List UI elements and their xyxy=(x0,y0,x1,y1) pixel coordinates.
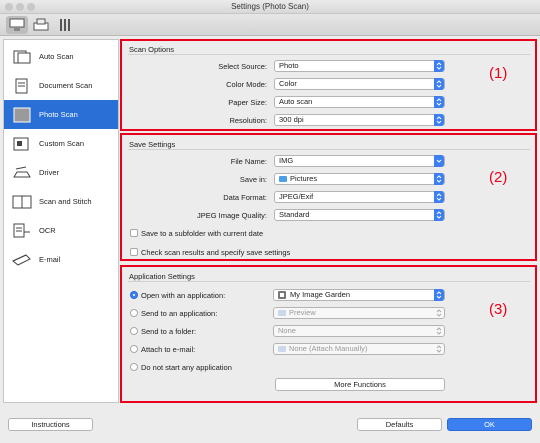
sidebar-item-driver[interactable]: Driver xyxy=(4,158,118,187)
window-titlebar: Settings (Photo Scan) xyxy=(0,0,540,14)
chevron-up-down-icon xyxy=(434,191,444,203)
scan-options-number: (1) xyxy=(489,65,508,82)
select-source-label: Select Source: xyxy=(218,62,267,71)
chevron-up-down-icon xyxy=(434,289,444,301)
scan-options-title: Scan Options xyxy=(129,45,175,54)
folder-icon xyxy=(279,176,287,182)
resolution-dropdown[interactable]: 300 dpi xyxy=(274,114,445,126)
zoom-window-button[interactable] xyxy=(27,3,35,11)
color-mode-dropdown[interactable]: Color xyxy=(274,78,445,90)
sidebar-item-custom-scan[interactable]: Custom Scan xyxy=(4,129,118,158)
minimize-window-button[interactable] xyxy=(16,3,24,11)
sidebar-item-ocr[interactable]: OCR xyxy=(4,216,118,245)
photo-scan-icon xyxy=(11,106,33,124)
save-settings-number: (2) xyxy=(489,169,508,186)
email-icon xyxy=(11,251,33,269)
data-format-label: Data Format: xyxy=(223,193,267,202)
chevron-down-icon xyxy=(434,155,444,167)
tools-icon xyxy=(60,19,70,31)
general-settings-tab[interactable] xyxy=(54,16,76,34)
ocr-icon xyxy=(11,222,33,240)
send-to-app-radio[interactable] xyxy=(130,309,138,317)
chevron-up-down-icon xyxy=(434,78,444,90)
data-format-dropdown[interactable]: JPEG/Exif xyxy=(274,191,445,203)
scan-from-panel-tab[interactable] xyxy=(30,16,52,34)
sidebar-item-photo-scan[interactable]: Photo Scan xyxy=(4,100,118,129)
scan-and-stitch-icon xyxy=(11,193,33,211)
application-settings-number: (3) xyxy=(489,301,508,318)
ok-button[interactable]: OK xyxy=(447,418,532,431)
select-source-dropdown[interactable]: Photo xyxy=(274,60,445,72)
check-results-checkbox[interactable] xyxy=(130,248,138,256)
scanner-icon xyxy=(33,18,49,31)
open-with-app-dropdown[interactable]: My Image Garden xyxy=(273,289,445,301)
chevron-up-down-icon xyxy=(434,114,444,126)
computer-scan-icon xyxy=(9,18,25,31)
driver-icon xyxy=(11,164,33,182)
sidebar-item-auto-scan[interactable]: Auto Scan xyxy=(4,42,118,71)
chevron-up-down-icon xyxy=(434,325,444,337)
instructions-button[interactable]: Instructions xyxy=(8,418,93,431)
app-icon xyxy=(278,291,286,299)
open-with-app-label: Open with an application: xyxy=(141,291,226,300)
attach-email-radio[interactable] xyxy=(130,345,138,353)
send-to-folder-radio[interactable] xyxy=(130,327,138,335)
check-results-label: Check scan results and specify save sett… xyxy=(141,248,291,257)
chevron-up-down-icon xyxy=(434,343,444,355)
window-title: Settings (Photo Scan) xyxy=(231,2,309,11)
scan-type-sidebar: Auto Scan Document Scan Photo Scan Custo… xyxy=(3,39,119,403)
save-settings-title: Save Settings xyxy=(129,140,176,149)
document-scan-icon xyxy=(11,77,33,95)
chevron-up-down-icon xyxy=(434,60,444,72)
application-settings-divider xyxy=(128,281,530,282)
auto-scan-icon xyxy=(11,48,33,66)
attach-email-label: Attach to e-mail: xyxy=(141,345,196,354)
save-in-dropdown[interactable]: Pictures xyxy=(274,173,445,185)
close-window-button[interactable] xyxy=(5,3,13,11)
chevron-up-down-icon xyxy=(434,307,444,319)
paper-size-dropdown[interactable]: Auto scan xyxy=(274,96,445,108)
save-in-label: Save in: xyxy=(239,175,267,184)
save-settings-divider xyxy=(128,149,530,150)
settings-toolbar xyxy=(0,14,540,36)
chevron-up-down-icon xyxy=(434,96,444,108)
scan-from-computer-tab[interactable] xyxy=(6,16,28,34)
attach-email-dropdown[interactable]: None (Attach Manually) xyxy=(273,343,445,355)
custom-scan-icon xyxy=(11,135,33,153)
chevron-up-down-icon xyxy=(434,173,444,185)
subfolder-checkbox[interactable] xyxy=(130,229,138,237)
subfolder-label: Save to a subfolder with current date xyxy=(141,229,264,238)
defaults-button[interactable]: Defaults xyxy=(357,418,442,431)
resolution-label: Resolution: xyxy=(229,116,267,125)
application-settings-title: Application Settings xyxy=(129,272,195,281)
no-app-label: Do not start any application xyxy=(141,363,232,372)
open-with-app-radio[interactable] xyxy=(130,291,138,299)
scan-options-divider xyxy=(128,54,530,55)
file-name-label: File Name: xyxy=(230,157,267,166)
send-to-folder-dropdown[interactable]: None xyxy=(273,325,445,337)
preview-app-icon xyxy=(278,310,286,316)
sidebar-item-scan-and-stitch[interactable]: Scan and Stitch xyxy=(4,187,118,216)
mail-icon xyxy=(278,346,286,352)
send-to-app-dropdown[interactable]: Preview xyxy=(273,307,445,319)
sidebar-item-email[interactable]: E-mail xyxy=(4,245,118,274)
jpeg-quality-label: JPEG Image Quality: xyxy=(196,211,267,220)
send-to-app-label: Send to an application: xyxy=(141,309,218,318)
file-name-input[interactable]: IMG xyxy=(274,155,445,167)
sidebar-item-document-scan[interactable]: Document Scan xyxy=(4,71,118,100)
paper-size-label: Paper Size: xyxy=(228,98,267,107)
settings-content: Scan Options (1) Select Source: Photo Co… xyxy=(120,39,537,403)
chevron-up-down-icon xyxy=(434,209,444,221)
more-functions-button[interactable]: More Functions xyxy=(275,378,445,391)
send-to-folder-label: Send to a folder: xyxy=(141,327,197,336)
no-app-radio[interactable] xyxy=(130,363,138,371)
color-mode-label: Color Mode: xyxy=(226,80,267,89)
jpeg-quality-dropdown[interactable]: Standard xyxy=(274,209,445,221)
